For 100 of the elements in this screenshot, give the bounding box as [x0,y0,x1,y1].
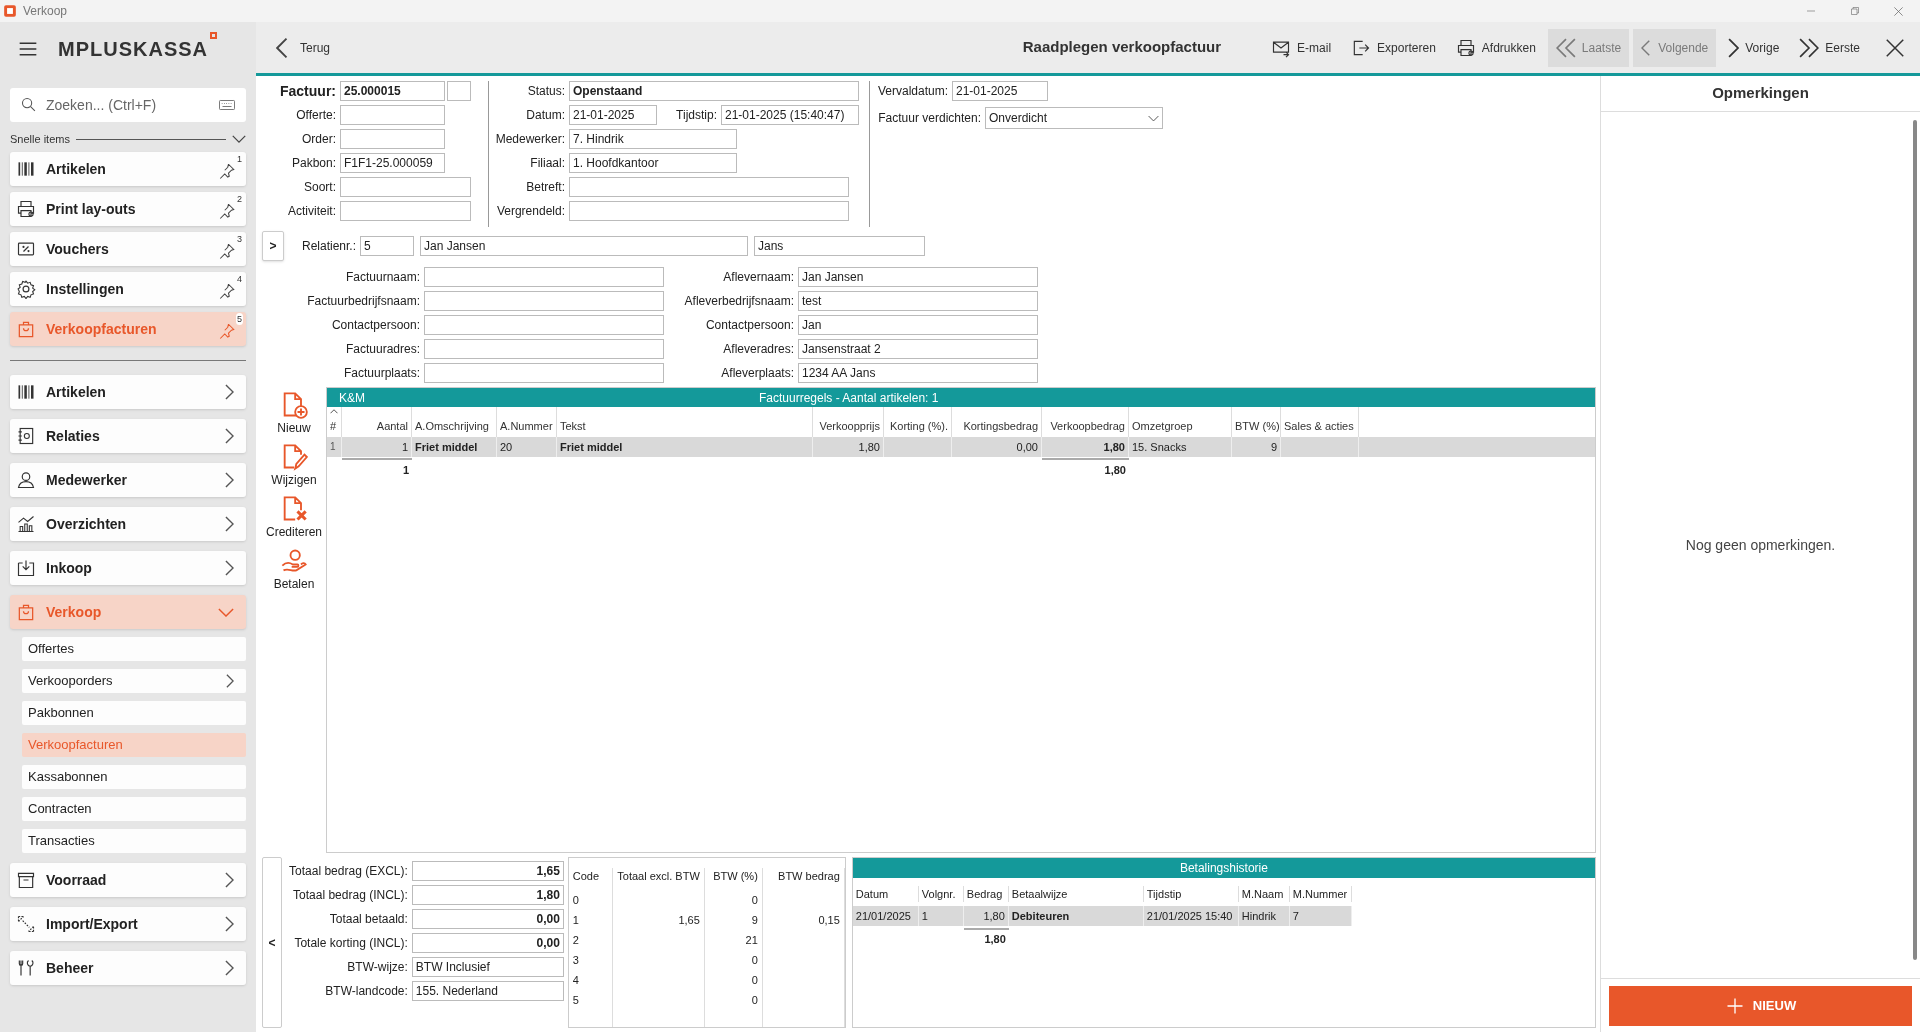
column-header[interactable]: Datum [852,885,919,903]
amount-field[interactable]: 0,00 [411,909,564,929]
text-field[interactable]: Jan [798,315,1038,335]
expand-button[interactable]: > [262,231,284,261]
nav-subitem[interactable]: Kassabonnen [22,765,246,789]
column-header[interactable]: Kortingsbedrag [955,417,1038,434]
text-field[interactable] [569,201,849,221]
column-header[interactable]: Verkoopprijs [816,417,880,434]
column-header[interactable]: Code [572,868,608,890]
text-field[interactable]: 21-01-2025 [569,105,657,125]
nav-item[interactable]: Beheer [10,951,246,985]
text-field[interactable]: 21-01-2025 [952,81,1048,101]
toolbar-button[interactable]: Eerste [1791,28,1868,67]
quick-item[interactable]: Artikelen 1 [10,152,246,186]
column-header[interactable]: BTW (%) [708,868,758,890]
action-button[interactable]: Wijzigen [271,443,317,489]
menu-icon[interactable] [18,39,38,59]
collapse-button[interactable]: < [262,857,282,1028]
action-button[interactable]: Betalen [273,547,315,593]
text-field[interactable] [424,291,664,311]
amount-field[interactable]: 1,80 [411,885,564,905]
column-header[interactable]: M.Naam [1238,885,1290,903]
toolbar-button[interactable]: Afdrukken [1447,28,1544,67]
column-header[interactable]: Volgnr. [918,885,964,903]
table-row[interactable]: 1 1 Friet middel 20 Friet middel 1,80 0,00 1,80 15. Snacks 9 [327,437,1595,457]
new-button[interactable]: NIEUW [1609,985,1912,1026]
chevron-icon[interactable] [232,135,246,143]
text-field[interactable]: Jan Jansen [798,267,1038,287]
text-field[interactable]: 1. Hoofdkantoor [569,153,737,173]
nav-subitem[interactable]: Transacties [22,829,246,853]
text-field[interactable]: 21-01-2025 (15:40:47) [721,105,859,125]
nav-subitem[interactable]: Offertes [22,637,246,661]
text-field[interactable] [424,363,664,383]
text-field[interactable]: Jansenstraat 2 [798,339,1038,359]
restore-icon[interactable] [1849,5,1861,17]
text-field[interactable] [340,201,471,221]
quick-item[interactable]: Instellingen 4 [10,272,246,306]
dropdown[interactable]: Onverdicht [985,107,1163,129]
text-field[interactable] [340,105,445,125]
text-field[interactable]: F1F1-25.000059 [340,153,445,173]
text-field[interactable] [424,315,664,335]
column-header[interactable]: Bedrag [963,885,1009,903]
quick-item[interactable]: Vouchers 3 [10,232,246,266]
back-button[interactable]: Terug [276,36,331,59]
column-header[interactable]: M.Nummer [1289,885,1352,903]
text-field[interactable] [340,177,471,197]
text-field[interactable] [424,339,664,359]
amount-field[interactable]: 0,00 [411,933,564,953]
text-field[interactable] [447,81,471,101]
action-button[interactable]: Crediteren [266,495,322,541]
text-field[interactable]: 155. Nederland [411,981,564,1001]
text-field[interactable] [569,177,849,197]
column-header[interactable]: Korting (%). [887,417,948,434]
pin-icon[interactable] [218,242,236,260]
nav-item[interactable]: Relaties [10,419,246,453]
nav-item[interactable]: Import/Export [10,907,246,941]
column-header[interactable]: Totaal excl. BTW [616,868,700,890]
column-header[interactable]: Tekst [560,417,809,434]
search-field[interactable]: Zoeken... (Ctrl+F) [10,88,246,122]
text-field[interactable]: Jan Jansen [420,236,748,256]
toolbar-button[interactable]: Exporteren [1343,28,1444,67]
text-field[interactable]: 5 [360,236,414,256]
column-header[interactable]: A.Nummer [500,417,553,434]
column-header[interactable]: Betaalwijze [1008,885,1144,903]
text-field[interactable]: 1234 AA Jans [798,363,1038,383]
toolbar-button[interactable]: E-mail [1263,28,1340,67]
amount-field[interactable]: 1,65 [411,861,564,881]
text-field[interactable] [340,129,445,149]
column-header[interactable]: BTW bedrag [766,868,840,890]
column-header[interactable]: Sales & acties [1284,417,1355,434]
text-field[interactable]: test [798,291,1038,311]
action-button[interactable]: Nieuw [277,391,311,437]
nav-subitem[interactable]: Pakbonnen [22,701,246,725]
close-icon[interactable] [1884,36,1906,59]
text-field[interactable]: BTW Inclusief [411,957,564,977]
nav-item[interactable]: Voorraad [10,863,246,897]
column-header[interactable]: # [330,417,338,434]
nav-subitem[interactable]: Contracten [22,797,246,821]
text-field[interactable]: Jans [754,236,925,256]
nav-item[interactable]: Overzichten [10,507,246,541]
column-header[interactable]: A.Omschrijving [415,417,493,434]
column-header[interactable]: Verkoopbedrag [1045,417,1125,434]
column-header[interactable]: Tijdstip [1143,885,1239,903]
column-header[interactable]: BTW (%) [1235,417,1277,434]
sort-icon[interactable] [330,408,338,414]
text-field[interactable]: Openstaand [569,81,859,101]
quick-item[interactable]: Print lay-outs 2 [10,192,246,226]
table-row[interactable]: 21/01/2025 1 1,80 Debiteuren 21/01/2025 15:40 Hindrik 7 [852,906,1352,926]
pin-icon[interactable] [218,162,236,180]
nav-subitem[interactable]: Verkooporders [22,669,246,693]
column-header[interactable]: Aantal [345,417,408,434]
toolbar-button[interactable]: Vorige [1720,28,1788,67]
pin-icon[interactable] [218,282,236,300]
text-field[interactable]: 7. Hindrik [569,129,737,149]
text-field[interactable]: 25.000015 [340,81,445,101]
text-field[interactable] [424,267,664,287]
nav-item[interactable]: Artikelen [10,375,246,409]
quick-item[interactable]: Verkoopfacturen 5 [10,312,246,346]
column-header[interactable]: Omzetgroep [1132,417,1228,434]
nav-item[interactable]: Inkoop [10,551,246,585]
